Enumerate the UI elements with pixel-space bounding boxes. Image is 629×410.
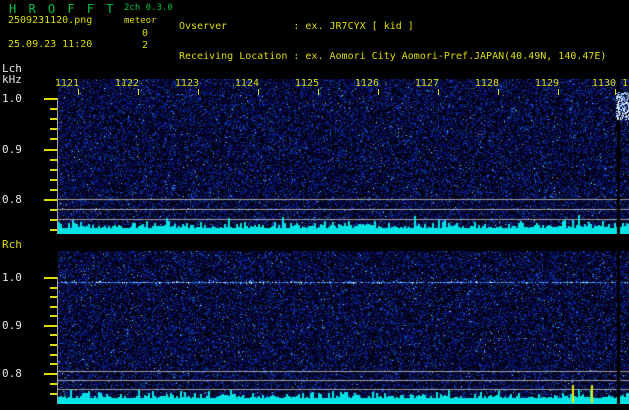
meteor-counter-label: meteor [124,16,157,26]
rch-ytick-major [44,277,57,279]
lch-ytick-major [44,199,57,201]
lch-ytick-label: 0.9 [2,143,22,156]
time-tick [558,89,559,95]
lch-ytick-minor [50,189,57,191]
hrofft-screen: H R O F F T 2ch 0.3.0 2509231120.png met… [0,0,629,410]
time-tick [498,89,499,95]
lch-ytick-minor [50,229,57,231]
rch-ytick-minor [50,393,57,395]
time-tick [258,89,259,95]
time-label: 1125 [294,78,319,89]
khz-unit-label: kHz [2,73,22,86]
rch-axis-line [57,277,58,404]
observer-line: Ovserver : ex. JR7CYX [ kid ] [179,21,414,32]
rch-panel-label: Rch [2,238,22,251]
lch-axis-line [57,98,58,234]
lch-ytick-minor [50,169,57,171]
time-label: 1122 [114,78,139,89]
time-label: 1124 [234,78,259,89]
time-label: 1128 [474,78,499,89]
time-tick [438,89,439,95]
time-tick [198,89,199,95]
rch-ytick-label: 0.9 [2,319,22,332]
lch-ytick-minor [50,209,57,211]
rch-spectrogram [58,251,629,404]
lch-ytick-minor [50,159,57,161]
time-label: 1123 [174,78,199,89]
lch-spectrogram [58,79,629,234]
lch-ytick-label: 1.0 [2,92,22,105]
time-label: 1126 [354,78,379,89]
rch-ytick-major [44,325,57,327]
lch-ytick-minor [50,118,57,120]
rch-ytick-minor [50,296,57,298]
time-tick [78,89,79,95]
time-label: 1121 [54,78,79,89]
time-label: 1130 [591,78,616,89]
lch-ytick-minor [50,108,57,110]
app-title: H R O F F T [9,2,116,16]
meteor-count-rch: 2 [142,40,149,51]
lch-ytick-minor [50,179,57,181]
rch-ytick-minor [50,383,57,385]
lch-ytick-minor [50,138,57,140]
lch-ytick-minor [50,219,57,221]
version-label: 2ch 0.3.0 [124,3,173,13]
rch-ytick-minor [50,315,57,317]
rch-ytick-label: 0.8 [2,367,22,380]
receiving-location-line: Receiving Location : ex. Aomori City Aom… [179,51,607,62]
meteor-count-lch: 0 [142,28,149,39]
time-label-partial: 11 [622,78,629,89]
time-tick [615,89,616,95]
rch-ytick-minor [50,363,57,365]
rch-ytick-major [44,373,57,375]
rch-ytick-label: 1.0 [2,271,22,284]
time-label: 1129 [534,78,559,89]
lch-ytick-major [44,149,57,151]
output-filename: 2509231120.png [8,15,93,26]
lch-ytick-minor [50,128,57,130]
rch-ytick-minor [50,287,57,289]
rch-ytick-minor [50,334,57,336]
time-tick [318,89,319,95]
rch-ytick-minor [50,306,57,308]
lch-ytick-label: 0.8 [2,193,22,206]
datetime-label: 25.09.23 11:20 [8,39,93,50]
time-label: 1127 [414,78,439,89]
time-tick [378,89,379,95]
rch-ytick-minor [50,344,57,346]
lch-ytick-major [44,98,57,100]
time-tick [138,89,139,95]
rch-ytick-minor [50,354,57,356]
